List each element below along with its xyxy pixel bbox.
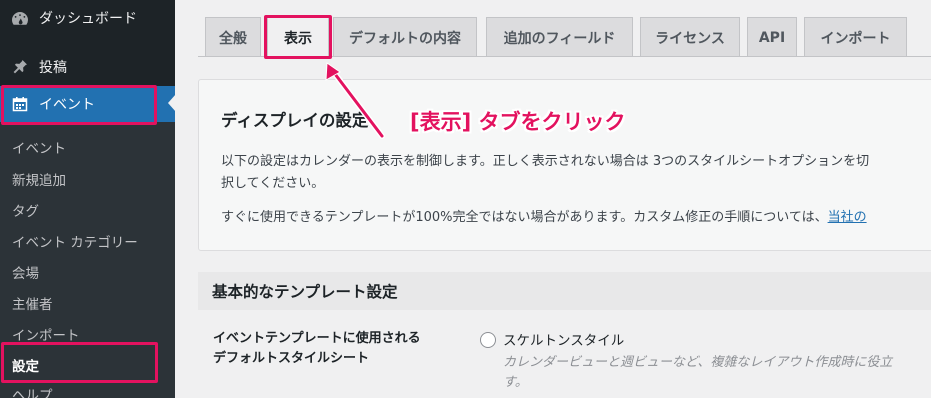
intro-line-1: 以下の設定はカレンダーの表示を制御します。正しく表示されない場合は 3つのスタイ… — [221, 154, 870, 169]
submenu-help[interactable]: ヘルプ — [12, 384, 53, 398]
current-menu-arrow — [168, 94, 176, 112]
skeleton-style-description: カレンダービューと週ビューなど、複雑なレイアウト作成時に役立 す。 — [503, 353, 931, 393]
submenu-add-new[interactable]: 新規追加 — [12, 169, 66, 189]
tab-import[interactable]: インポート — [804, 17, 907, 57]
tab-default-content[interactable]: デフォルトの内容 — [333, 17, 477, 57]
calendar-icon — [9, 96, 31, 112]
intro-line-3: すぐに使用できるテンプレートが100%完全ではない場合があります。カスタム修正の… — [221, 206, 867, 225]
submenu-organizers[interactable]: 主催者 — [12, 293, 53, 313]
tab-general[interactable]: 全般 — [205, 17, 261, 57]
menu-dashboard[interactable]: ダッシュボード — [0, 0, 175, 36]
submenu-events[interactable]: イベント — [12, 137, 66, 157]
tab-additional-fields[interactable]: 追加のフィールド — [486, 17, 633, 57]
field-label-line-2: デフォルトスタイルシート — [213, 351, 370, 366]
menu-events-label: イベント — [39, 97, 95, 113]
events-submenu: イベント 新規追加 タグ イベント カテゴリー 会場 主催者 インポート 設定 … — [0, 122, 175, 398]
menu-events[interactable]: イベント — [0, 86, 175, 122]
tab-divider — [198, 56, 931, 57]
basic-template-settings-heading: 基本的なテンプレート設定 — [198, 272, 931, 310]
pin-icon — [9, 59, 31, 75]
submenu-settings[interactable]: 設定 — [12, 355, 39, 375]
tab-licenses[interactable]: ライセンス — [640, 17, 740, 57]
submenu-import[interactable]: インポート — [12, 324, 80, 344]
skeleton-style-label[interactable]: スケルトンスタイル — [503, 329, 624, 349]
option-desc-line-2: す。 — [503, 375, 528, 390]
display-settings-intro: ディスプレイの設定 以下の設定はカレンダーの表示を制御します。正しく表示されない… — [198, 79, 931, 251]
intro-title: ディスプレイの設定 — [221, 111, 369, 130]
menu-posts[interactable]: 投稿 — [0, 49, 175, 85]
menu-posts-label: 投稿 — [39, 60, 67, 76]
annotation-click-display-tab: [表示] タブをクリック — [410, 110, 626, 134]
option-desc-line-1: カレンダービューと週ビューなど、複雑なレイアウト作成時に役立 — [503, 355, 893, 370]
tab-api[interactable]: API — [747, 17, 797, 57]
tab-display[interactable]: 表示 — [267, 17, 329, 57]
menu-dashboard-label: ダッシュボード — [39, 11, 137, 27]
admin-sidebar: ダッシュボード 投稿 イベント イベント 新規追加 タグ イベント カテゴリー … — [0, 0, 176, 398]
intro-line-2: 択してください。 — [221, 176, 325, 191]
skeleton-style-radio[interactable] — [480, 332, 496, 348]
submenu-venues[interactable]: 会場 — [12, 262, 39, 282]
intro-docs-link[interactable]: 当社の — [828, 210, 867, 225]
intro-line-3-text: すぐに使用できるテンプレートが100%完全ではない場合があります。カスタム修正の… — [221, 210, 828, 225]
dashboard-icon — [9, 10, 31, 26]
submenu-event-categories[interactable]: イベント カテゴリー — [12, 231, 138, 251]
field-label-line-1: イベントテンプレートに使用される — [213, 331, 421, 346]
default-stylesheet-label: イベントテンプレートに使用される デフォルトスタイルシート — [213, 329, 421, 369]
submenu-tags[interactable]: タグ — [12, 200, 39, 220]
